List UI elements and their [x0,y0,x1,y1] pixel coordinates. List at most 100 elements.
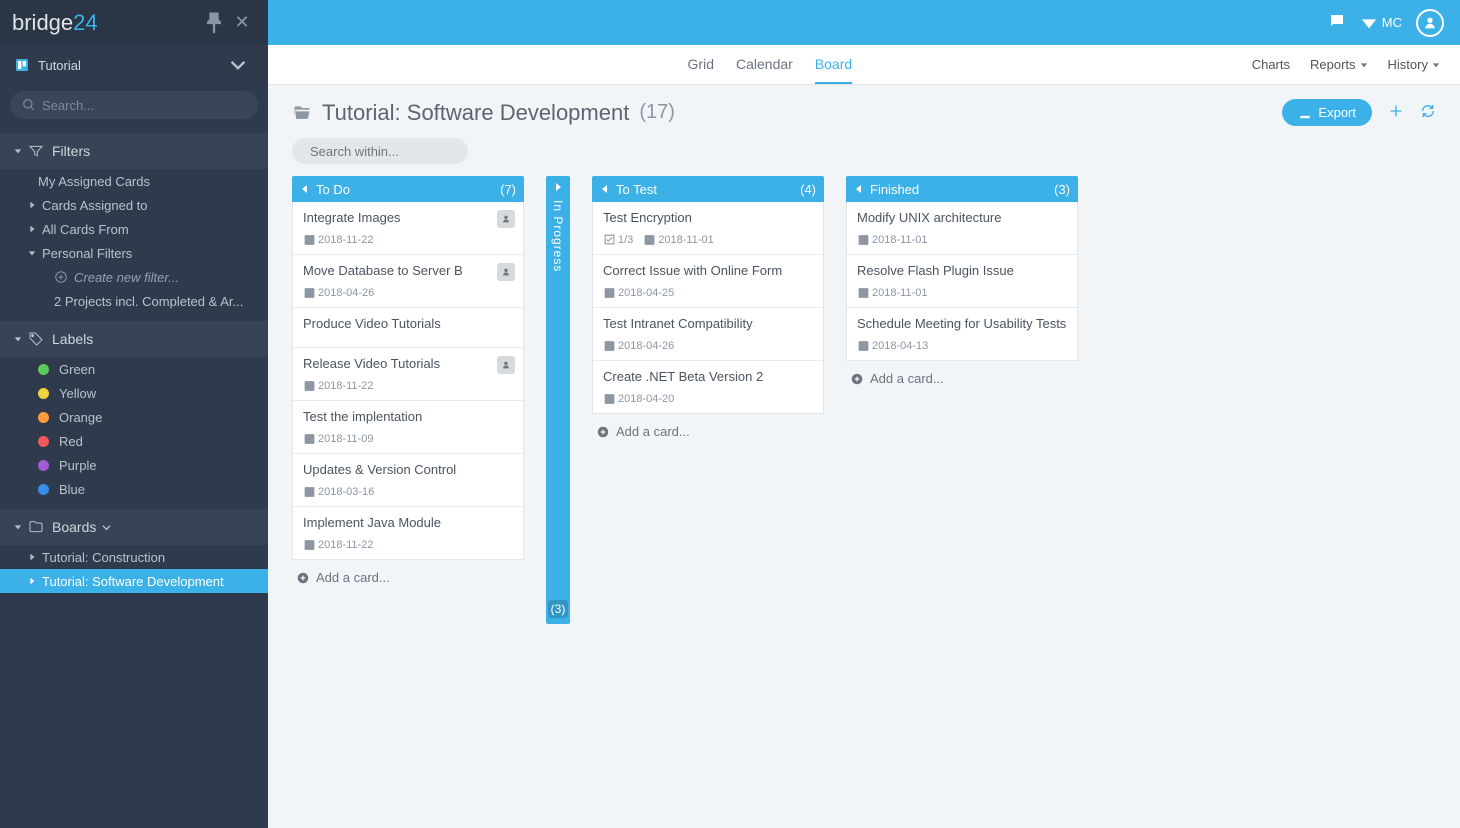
member-badge [497,210,515,228]
label-orange[interactable]: Orange [0,405,268,429]
user-initials: MC [1382,15,1402,30]
card[interactable]: Schedule Meeting for Usability Tests 201… [847,308,1077,360]
search-within[interactable] [292,138,468,164]
card-meta: 2018-04-13 [857,339,1067,352]
filter-icon [28,143,44,159]
chevron-left-icon [600,184,610,194]
tab-grid[interactable]: Grid [688,45,714,84]
tab-calendar[interactable]: Calendar [736,45,793,84]
add-card-button[interactable]: Add a card... [592,414,824,449]
board-item[interactable]: Tutorial: Construction [0,545,268,569]
filter-my-assigned[interactable]: My Assigned Cards [0,169,268,193]
card[interactable]: Test the implentation 2018-11-09 [293,401,523,454]
card-title: Integrate Images [303,210,513,225]
card[interactable]: Release Video Tutorials 2018-11-22 [293,348,523,401]
workspace-label: Tutorial [38,58,81,73]
column-header[interactable]: Finished (3) [846,176,1078,202]
calendar-icon [303,233,316,246]
collapsed-column[interactable]: In Progress(3) [546,176,570,624]
calendar-icon [603,339,616,352]
pin-icon[interactable] [200,9,228,37]
tab-board[interactable]: Board [815,45,852,84]
column-cards: Integrate Images 2018-11-22 Move Databas… [292,202,524,560]
board-item[interactable]: Tutorial: Software Development [0,569,268,593]
page-header: Tutorial: Software Development (17) Expo… [268,85,1460,134]
label-name: Yellow [59,386,96,401]
caret-down-icon [1360,61,1368,69]
card[interactable]: Implement Java Module 2018-11-22 [293,507,523,559]
labels-section-header[interactable]: Labels [0,321,268,357]
card[interactable]: Move Database to Server B 2018-04-26 [293,255,523,308]
user-avatar[interactable] [1416,9,1444,37]
card[interactable]: Test Encryption 1/32018-11-01 [593,202,823,255]
card[interactable]: Integrate Images 2018-11-22 [293,202,523,255]
triangle-right-icon [28,225,36,233]
sidebar-search[interactable] [10,91,258,119]
workspace-selector[interactable]: Tutorial [0,45,268,85]
label-name: Green [59,362,95,377]
calendar-icon [857,339,870,352]
card-meta: 2018-04-26 [303,286,513,299]
triangle-right-icon [28,201,36,209]
card-meta: 2018-11-01 [857,233,1067,246]
filter-all-cards-from[interactable]: All Cards From [0,217,268,241]
filter-create-new[interactable]: Create new filter... [0,265,268,289]
label-name: Orange [59,410,102,425]
triangle-right-icon [28,553,36,561]
export-button[interactable]: Export [1282,99,1372,126]
close-icon[interactable]: ✕ [228,9,256,37]
card[interactable]: Produce Video Tutorials [293,308,523,348]
board-column: To Test (4) Test Encryption 1/32018-11-0… [592,176,824,449]
column-cards: Modify UNIX architecture 2018-11-01 Reso… [846,202,1078,361]
member-badge [497,356,515,374]
add-button[interactable] [1388,103,1404,122]
menu-charts[interactable]: Charts [1252,57,1290,72]
filters-section-header[interactable]: Filters [0,133,268,169]
filter-cards-assigned-to[interactable]: Cards Assigned to [0,193,268,217]
label-blue[interactable]: Blue [0,477,268,501]
label-purple[interactable]: Purple [0,453,268,477]
label-yellow[interactable]: Yellow [0,381,268,405]
calendar-icon [857,233,870,246]
card-title: Produce Video Tutorials [303,316,513,331]
add-card-button[interactable]: Add a card... [846,361,1078,396]
boards-section-header[interactable]: Boards [0,509,268,545]
label-red[interactable]: Red [0,429,268,453]
caret-down-icon [1432,61,1440,69]
refresh-button[interactable] [1420,103,1436,122]
search-icon [22,98,36,112]
label-dot [38,364,49,375]
card[interactable]: Updates & Version Control 2018-03-16 [293,454,523,507]
add-card-button[interactable]: Add a card... [292,560,524,595]
label-dot [38,388,49,399]
column-cards: Test Encryption 1/32018-11-01 Correct Is… [592,202,824,414]
chevron-down-icon [102,523,111,532]
column-header[interactable]: To Test (4) [592,176,824,202]
folder-open-icon [292,103,312,123]
menu-history[interactable]: History [1388,57,1440,72]
filter-saved[interactable]: 2 Projects incl. Completed & Ar... [0,289,268,313]
label-green[interactable]: Green [0,357,268,381]
card[interactable]: Create .NET Beta Version 2 2018-04-20 [593,361,823,413]
user-menu[interactable]: MC [1360,14,1402,32]
board: To Do (7) Integrate Images 2018-11-22 Mo… [268,176,1460,624]
folder-icon [28,519,44,535]
card-title: Test Intranet Compatibility [603,316,813,331]
column-header[interactable]: To Do (7) [292,176,524,202]
plus-circle-icon [850,372,864,386]
card-title: Test the implentation [303,409,513,424]
card[interactable]: Correct Issue with Online Form 2018-04-2… [593,255,823,308]
search-input[interactable] [42,98,246,113]
card-title: Implement Java Module [303,515,513,530]
column-title: To Do [316,182,350,197]
filter-personal-filters[interactable]: Personal Filters [0,241,268,265]
chat-icon[interactable] [1328,12,1346,33]
card[interactable]: Test Intranet Compatibility 2018-04-26 [593,308,823,361]
card-meta: 2018-04-26 [603,339,813,352]
label-dot [38,484,49,495]
search-within-input[interactable] [310,144,486,159]
card[interactable]: Modify UNIX architecture 2018-11-01 [847,202,1077,255]
card-title: Resolve Flash Plugin Issue [857,263,1067,278]
card[interactable]: Resolve Flash Plugin Issue 2018-11-01 [847,255,1077,308]
menu-reports[interactable]: Reports [1310,57,1368,72]
